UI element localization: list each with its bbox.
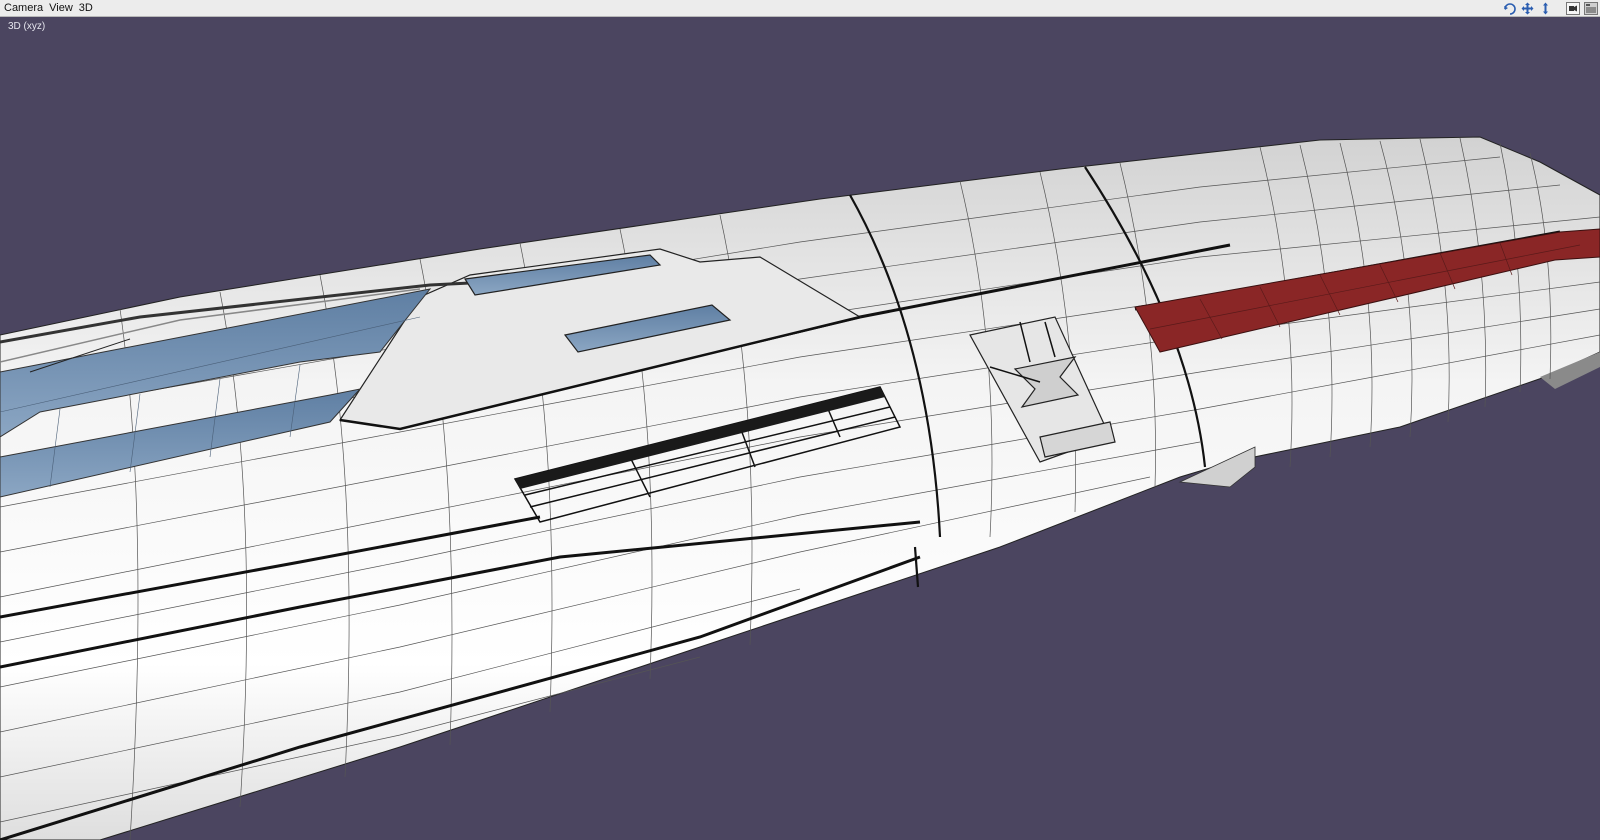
menu-bar: Camera View 3D: [0, 0, 1600, 17]
3d-model-render: [0, 136, 1600, 840]
toolbar-separator: [1556, 1, 1562, 15]
viewport-3d[interactable]: 3D (xyz): [0, 17, 1600, 840]
menu-view[interactable]: View: [46, 0, 76, 16]
menu-camera[interactable]: Camera: [0, 0, 46, 16]
hull-body: [0, 136, 1600, 840]
dolly-icon[interactable]: [1538, 1, 1552, 15]
view-toolbar: [1500, 0, 1600, 16]
window-icon[interactable]: [1584, 1, 1598, 15]
orbit-icon[interactable]: [1502, 1, 1516, 15]
menu-3d[interactable]: 3D: [76, 0, 96, 16]
camera-icon[interactable]: [1566, 1, 1580, 15]
view-axis-label: 3D (xyz): [8, 21, 46, 32]
pan-icon[interactable]: [1520, 1, 1534, 15]
